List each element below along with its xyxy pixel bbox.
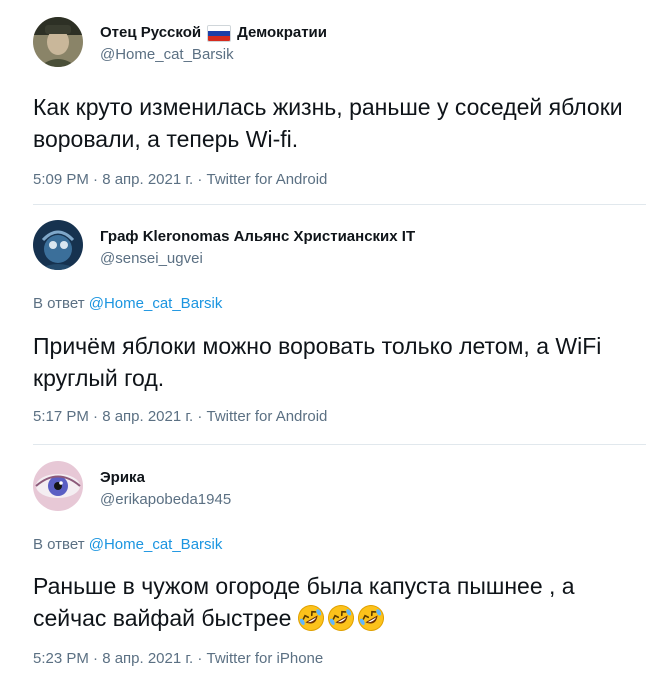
tweet-meta[interactable]: 5:17 PM · 8 апр. 2021 г. · Twitter for A…: [33, 408, 327, 425]
tweet-meta[interactable]: 5:09 PM · 8 апр. 2021 г. · Twitter for A…: [33, 171, 327, 188]
reply-mention-link[interactable]: @Home_cat_Barsik: [89, 295, 223, 312]
handle[interactable]: @sensei_ugvei: [100, 250, 415, 268]
tweet-text: Причём яблоки можно воровать только лето…: [33, 333, 602, 391]
tweet-2[interactable]: Граф Kleronomas Альянс Христианских IT @…: [0, 205, 646, 445]
tweet-text-block: Раньше в чужом огороде была капуста пышн…: [33, 570, 633, 640]
rolling-on-floor-laughing-icon: [357, 604, 385, 632]
tweet-3[interactable]: Эрика @erikapobeda1945 В ответ @Home_cat…: [0, 445, 646, 683]
tweet-text: Как круто изменилась жизнь, раньше у сос…: [33, 94, 623, 152]
rolling-on-floor-laughing-icon: [297, 604, 325, 632]
russia-flag-icon: [207, 24, 232, 42]
tweet-1[interactable]: Отец Русской Демократии @Home_cat_Barsik…: [0, 0, 646, 205]
tweet-meta[interactable]: 5:23 PM · 8 апр. 2021 г. · Twitter for i…: [33, 650, 323, 667]
rolling-on-floor-laughing-icon: [327, 604, 355, 632]
reply-to: В ответ @Home_cat_Barsik: [33, 295, 222, 312]
display-name[interactable]: Отец Русской Демократии: [100, 24, 327, 42]
reply-to: В ответ @Home_cat_Barsik: [33, 536, 222, 553]
display-name-prefix: Отец Русской: [100, 24, 202, 41]
avatar[interactable]: [33, 17, 83, 67]
display-name-suffix: Демократии: [237, 24, 327, 41]
display-name[interactable]: Граф Kleronomas Альянс Христианских IT: [100, 228, 415, 246]
display-name[interactable]: Эрика: [100, 469, 231, 487]
avatar[interactable]: [33, 461, 83, 511]
handle[interactable]: @Home_cat_Barsik: [100, 46, 327, 64]
reply-prefix: В ответ: [33, 536, 85, 553]
avatar[interactable]: [33, 220, 83, 270]
handle[interactable]: @erikapobeda1945: [100, 491, 231, 509]
emoji-group: [297, 604, 387, 640]
reply-mention-link[interactable]: @Home_cat_Barsik: [89, 536, 223, 553]
reply-prefix: В ответ: [33, 295, 85, 312]
